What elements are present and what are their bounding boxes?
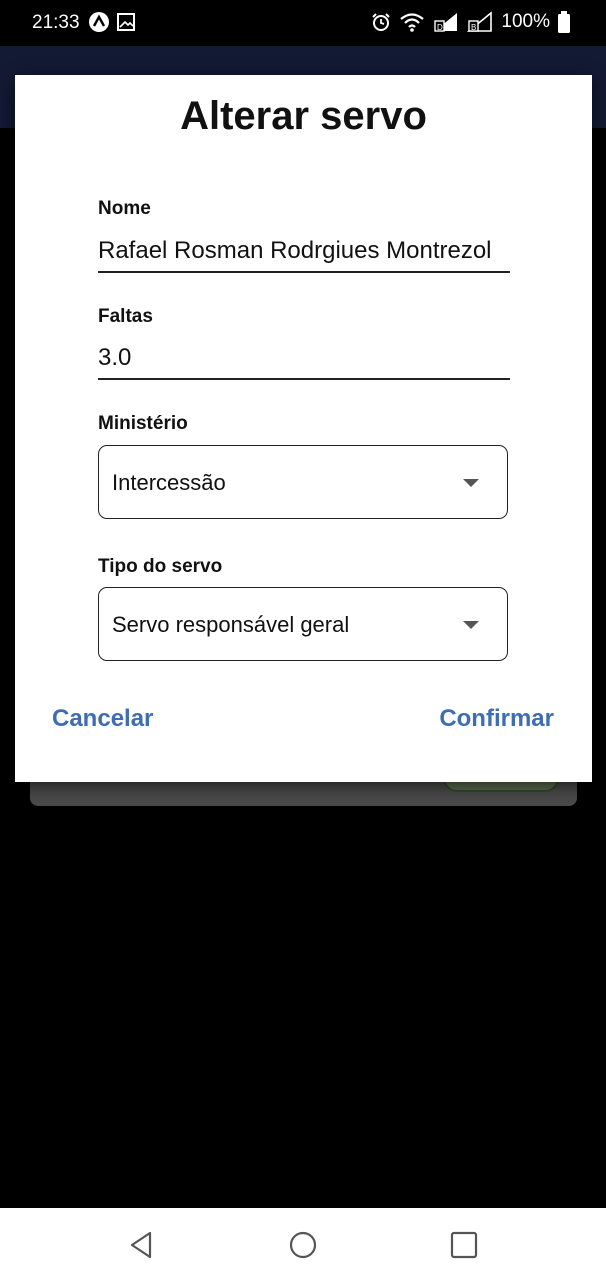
signal-icon-2: B <box>467 11 493 32</box>
svg-text:D: D <box>437 23 443 32</box>
recents-icon[interactable] <box>450 1230 478 1260</box>
ministerio-selected-value: Intercessão <box>112 470 226 495</box>
ministerio-label: Ministério <box>98 413 188 434</box>
tipo-selected-value: Servo responsável geral <box>112 612 350 637</box>
tipo-label: Tipo do servo <box>98 556 223 577</box>
status-left-icons <box>88 11 136 33</box>
ministerio-select[interactable]: Intercessão <box>98 445 508 519</box>
faltas-input[interactable] <box>98 338 510 380</box>
confirm-button[interactable]: Confirmar <box>439 705 554 733</box>
status-bar: 21:33 D B 100% <box>0 0 606 46</box>
name-input[interactable] <box>98 231 510 273</box>
battery-icon <box>558 11 570 33</box>
tipo-select[interactable]: Servo responsável geral <box>98 587 508 661</box>
dialog-title: Alterar servo <box>180 94 427 138</box>
cancel-button[interactable]: Cancelar <box>52 705 153 733</box>
dropdown-arrow-icon <box>463 621 479 629</box>
alarm-icon <box>372 13 391 31</box>
edit-servant-dialog: Alterar servo Nome Faltas Ministério Int… <box>15 75 592 782</box>
faltas-label: Faltas <box>98 306 153 327</box>
back-icon[interactable] <box>128 1230 154 1260</box>
wifi-icon <box>400 13 425 32</box>
svg-text:B: B <box>471 23 476 32</box>
name-label: Nome <box>98 198 151 219</box>
image-notification-icon <box>117 13 135 31</box>
status-time: 21:33 <box>32 12 80 33</box>
screen: 21:33 D B 100% Alterar servo Nome Rafael… <box>0 0 606 1280</box>
battery-percent: 100% <box>501 11 550 32</box>
navigation-bar <box>0 1208 606 1280</box>
signal-icon: D <box>434 13 458 32</box>
dropdown-arrow-icon <box>463 479 479 487</box>
status-right-icons: D B 100% <box>371 11 570 33</box>
home-icon[interactable] <box>289 1230 317 1260</box>
app-notification-icon <box>89 12 109 32</box>
